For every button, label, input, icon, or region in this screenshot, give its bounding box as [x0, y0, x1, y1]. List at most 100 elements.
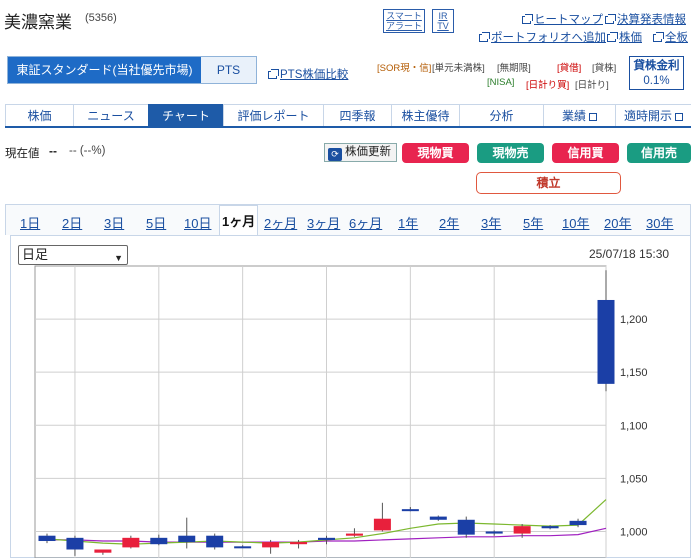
tab-chart[interactable]: チャート: [148, 104, 223, 126]
all-board-link[interactable]: 全板: [653, 29, 688, 45]
lending-rate-label: 貸株金利: [633, 60, 680, 72]
candle-body: [66, 537, 84, 550]
pts-compare-label: PTS株価比較: [280, 69, 349, 81]
tab-disclosure[interactable]: 適時開示: [615, 104, 691, 126]
stock-price-link[interactable]: 株価: [607, 29, 642, 45]
refresh-price-button[interactable]: ⟳ 株価更新: [324, 143, 397, 162]
candle-body: [150, 537, 168, 545]
smart-alert-label-2: アラート: [386, 21, 423, 31]
tag-sor: [SOR現・信]: [377, 63, 432, 74]
portfolio-icon: [479, 32, 490, 42]
candle-body: [234, 546, 252, 549]
y-tick-label: 1,000: [620, 526, 648, 538]
stock-code: (5356): [85, 12, 117, 24]
pts-compare-link[interactable]: PTS株価比較: [268, 66, 348, 82]
period-1d[interactable]: 1日: [20, 213, 40, 232]
candle-body: [429, 516, 447, 520]
price-change: -- (--%): [69, 145, 106, 157]
period-10y[interactable]: 10年: [562, 213, 589, 232]
tab-earnings[interactable]: 業績: [543, 104, 615, 126]
candle-body: [485, 531, 503, 534]
candle-body: [318, 537, 335, 540]
heatmap-label: ヒートマップ: [534, 14, 603, 26]
tsumitate-button[interactable]: 積立: [476, 172, 621, 194]
smart-alert-button[interactable]: スマート アラート: [383, 9, 425, 33]
external-link-icon: [589, 113, 597, 121]
calendar-icon: [605, 14, 616, 24]
chart-timestamp: 25/07/18 15:30: [589, 247, 670, 261]
tab-disclosure-label: 適時開示: [623, 109, 672, 123]
margin-buy-button[interactable]: 信用買: [552, 143, 619, 163]
candle-body: [345, 533, 363, 536]
period-3y[interactable]: 3年: [481, 213, 501, 232]
candle-body: [178, 535, 196, 543]
candle-body: [541, 526, 559, 529]
tab-earnings-label: 業績: [561, 109, 586, 123]
market-tab-pts[interactable]: PTS: [201, 57, 256, 83]
period-1y[interactable]: 1年: [398, 213, 418, 232]
period-1m[interactable]: 1ヶ月: [219, 205, 259, 236]
lending-rate-box[interactable]: 貸株金利 0.1%: [629, 56, 684, 90]
current-price-label: 現在値: [5, 148, 40, 160]
tab-rating-report[interactable]: 評価レポート: [223, 104, 323, 126]
tag-tanigen: [単元未満株]: [432, 63, 485, 74]
refresh-label: 株価更新: [345, 146, 391, 158]
refresh-icon: ⟳: [328, 148, 342, 161]
lending-rate-value: 0.1%: [643, 75, 670, 87]
y-tick-label: 1,150: [620, 367, 648, 379]
candle-body: [401, 509, 419, 512]
tag-shishaku: [貸株]: [592, 63, 617, 74]
period-3d[interactable]: 3日: [104, 213, 124, 232]
ir-tv-label-2: TV: [437, 21, 449, 31]
candle-body: [290, 542, 308, 545]
margin-sell-button[interactable]: 信用売: [627, 143, 691, 163]
tab-shikiho[interactable]: 四季報: [323, 104, 391, 126]
candle-body: [38, 535, 56, 542]
interval-select-value: 日足: [22, 247, 49, 262]
period-10d[interactable]: 10日: [184, 213, 211, 232]
add-portfolio-link[interactable]: ポートフォリオへ追加: [479, 29, 606, 45]
period-5y[interactable]: 5年: [523, 213, 543, 232]
period-6m[interactable]: 6ヶ月: [349, 213, 382, 232]
interval-select[interactable]: 日足 ▼: [18, 245, 128, 265]
window-icon: [522, 14, 533, 24]
candle-body: [262, 542, 280, 548]
stock-nav: 株価 ニュース チャート 評価レポート 四季報 株主優待 分析 業績 適時開示: [5, 104, 691, 128]
period-2d[interactable]: 2日: [62, 213, 82, 232]
tag-mukigen: [無期限]: [497, 63, 531, 74]
period-tabs: 1日 2日 3日 5日 10日 1ヶ月 2ヶ月 3ヶ月 6ヶ月 1年 2年 3年…: [5, 204, 691, 236]
candle-body: [569, 520, 587, 526]
cash-buy-button[interactable]: 現物買: [402, 143, 469, 163]
market-tab-tse[interactable]: 東証スタンダード(当社優先市場): [8, 57, 201, 83]
tab-news[interactable]: ニュース: [73, 104, 148, 126]
external-link-icon: [675, 113, 683, 121]
tag-taishaku: [貸借]: [557, 63, 582, 74]
candle-body: [94, 549, 112, 553]
candle-body: [597, 299, 615, 384]
stock-price-label: 株価: [619, 32, 642, 44]
period-20y[interactable]: 20年: [604, 213, 631, 232]
ir-tv-button[interactable]: IR TV: [432, 9, 454, 33]
tag-day-credit: [日計り買]: [526, 80, 570, 91]
candle-body: [513, 526, 531, 534]
add-portfolio-label: ポートフォリオへ追加: [491, 32, 606, 44]
chevron-down-icon: ▼: [114, 253, 123, 263]
tab-shareholder-benefits[interactable]: 株主優待: [391, 104, 459, 126]
y-tick-label: 1,200: [620, 314, 648, 326]
earnings-calendar-link[interactable]: 決算発表情報: [605, 11, 686, 27]
period-2m[interactable]: 2ヶ月: [264, 213, 297, 232]
period-30y[interactable]: 30年: [646, 213, 673, 232]
tab-analysis[interactable]: 分析: [459, 104, 543, 126]
period-2y[interactable]: 2年: [439, 213, 459, 232]
plot-border: [34, 265, 607, 558]
tab-stock-price[interactable]: 株価: [5, 104, 73, 126]
candle-body: [122, 537, 140, 548]
earnings-calendar-label: 決算発表情報: [617, 14, 686, 26]
candle-body: [206, 535, 224, 548]
period-5d[interactable]: 5日: [146, 213, 166, 232]
cash-sell-button[interactable]: 現物売: [477, 143, 544, 163]
heatmap-link[interactable]: ヒートマップ: [522, 11, 603, 27]
window-icon: [607, 32, 618, 42]
period-3m[interactable]: 3ヶ月: [307, 213, 340, 232]
window-icon: [268, 69, 279, 79]
